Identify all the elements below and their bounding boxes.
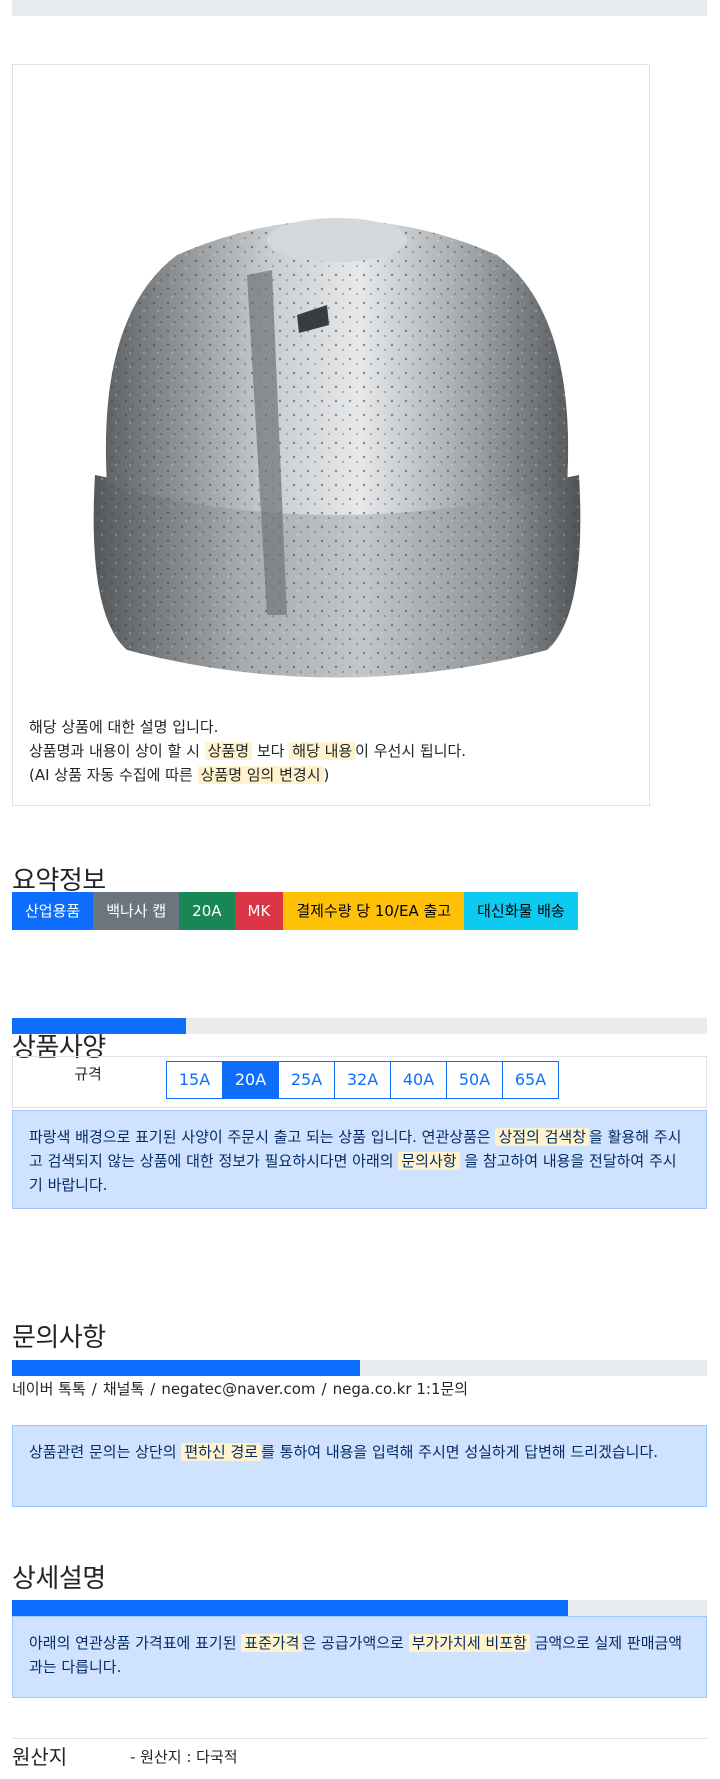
notice-text: 를 통하여 내용을 입력해 주시면 성실하게 답변해 드리겠습니다. xyxy=(261,1443,659,1461)
separator: / xyxy=(321,1380,327,1398)
badge-brand: MK xyxy=(234,892,284,930)
highlight-content: 해당 내용 xyxy=(289,742,356,760)
detail-notice: 아래의 연관상품 가격표에 표기된 표준가격 은 공급가액으로 부가가치세 비포함… xyxy=(12,1616,707,1698)
origin-value: - 원산지 : 다국적 xyxy=(130,1748,238,1766)
badge-product-type: 백나사 캡 xyxy=(93,892,180,930)
notice-text: 아래의 연관상품 가격표에 표기된 xyxy=(29,1634,242,1652)
desc-text: 이 우선시 됩니다. xyxy=(355,742,467,760)
desc-text: (AI 상품 자동 수집에 따른 xyxy=(29,766,198,784)
desc-text: 상품명과 내용이 상이 할 시 xyxy=(29,742,205,760)
spec-option-32a[interactable]: 32A xyxy=(334,1061,391,1099)
detail-progress-track xyxy=(12,1600,707,1616)
highlight-search-box: 상점의 검색창 xyxy=(495,1128,590,1146)
inquiry-progress-fill xyxy=(12,1360,360,1376)
spec-label: 규격 xyxy=(74,1065,102,1083)
detail-title: 상세설명 xyxy=(12,1564,106,1594)
desc-text: 보다 xyxy=(252,742,290,760)
link-channeltalk[interactable]: 채널톡 xyxy=(103,1380,144,1398)
highlight-inquiry: 문의사항 xyxy=(398,1152,460,1170)
spec-options: 15A 20A 25A 32A 40A 50A 65A xyxy=(166,1061,559,1099)
desc-line-2: 상품명과 내용이 상이 할 시 상품명 보다 해당 내용 이 우선시 됩니다. xyxy=(29,739,466,763)
detail-progress-fill xyxy=(12,1600,568,1616)
product-card: 해당 상품에 대한 설명 입니다. 상품명과 내용이 상이 할 시 상품명 보다… xyxy=(12,64,650,806)
inquiry-title: 문의사항 xyxy=(12,1323,106,1353)
notice-text: 은 공급가액으로 xyxy=(302,1634,409,1652)
origin-title: 원산지 xyxy=(12,1745,68,1769)
separator: / xyxy=(150,1380,156,1398)
inquiry-notice: 상품관련 문의는 상단의 편하신 경로 를 통하여 내용을 입력해 주시면 성실하… xyxy=(12,1425,707,1507)
highlight-vat-excluded: 부가가치세 비포함 xyxy=(408,1634,530,1652)
highlight-name-change: 상품명 임의 변경시 xyxy=(197,766,324,784)
summary-badges: 산업용품 백나사 캡 20A MK 결제수량 당 10/EA 출고 대신화물 배… xyxy=(12,892,578,930)
spec-option-50a[interactable]: 50A xyxy=(446,1061,503,1099)
contact-links: 네이버 톡톡 / 채널톡 / negatec@naver.com / nega.co.kr … xyxy=(12,1378,468,1400)
spec-option-25a[interactable]: 25A xyxy=(278,1061,335,1099)
origin-divider xyxy=(12,1738,707,1739)
desc-line-1: 해당 상품에 대한 설명 입니다. xyxy=(29,718,219,736)
product-image xyxy=(93,218,581,678)
spec-progress-track xyxy=(12,1018,707,1034)
top-divider-bar xyxy=(12,0,707,16)
highlight-channels: 편하신 경로 xyxy=(181,1443,262,1461)
link-one-to-one-inquiry[interactable]: nega.co.kr 1:1문의 xyxy=(333,1380,469,1398)
badge-size: 20A xyxy=(179,892,235,930)
badge-shipping: 대신화물 배송 xyxy=(464,892,578,930)
spec-option-65a[interactable]: 65A xyxy=(502,1061,559,1099)
spec-option-40a[interactable]: 40A xyxy=(390,1061,447,1099)
spec-option-20a[interactable]: 20A xyxy=(222,1061,279,1099)
spec-option-15a[interactable]: 15A xyxy=(166,1061,223,1099)
link-naver-talktalk[interactable]: 네이버 톡톡 xyxy=(12,1380,86,1398)
desc-text: ) xyxy=(323,766,330,784)
link-email[interactable]: negatec@naver.com xyxy=(161,1380,315,1398)
notice-text: 상품관련 문의는 상단의 xyxy=(29,1443,182,1461)
desc-line-3: (AI 상품 자동 수집에 따른 상품명 임의 변경시) xyxy=(29,763,466,787)
badge-quantity: 결제수량 당 10/EA 출고 xyxy=(283,892,465,930)
notice-text: 파랑색 배경으로 표기된 사양이 주문시 출고 되는 상품 입니다. 연관상품은 xyxy=(29,1128,496,1146)
product-description: 해당 상품에 대한 설명 입니다. 상품명과 내용이 상이 할 시 상품명 보다… xyxy=(29,715,466,787)
spec-notice: 파랑색 배경으로 표기된 사양이 주문시 출고 되는 상품 입니다. 연관상품은… xyxy=(12,1110,707,1209)
badge-category: 산업용품 xyxy=(12,892,94,930)
highlight-standard-price: 표준가격 xyxy=(241,1634,303,1652)
separator: / xyxy=(91,1380,97,1398)
inquiry-progress-track xyxy=(12,1360,707,1376)
highlight-product-name: 상품명 xyxy=(204,742,253,760)
spec-table: 규격 15A 20A 25A 32A 40A 50A 65A xyxy=(12,1056,707,1108)
